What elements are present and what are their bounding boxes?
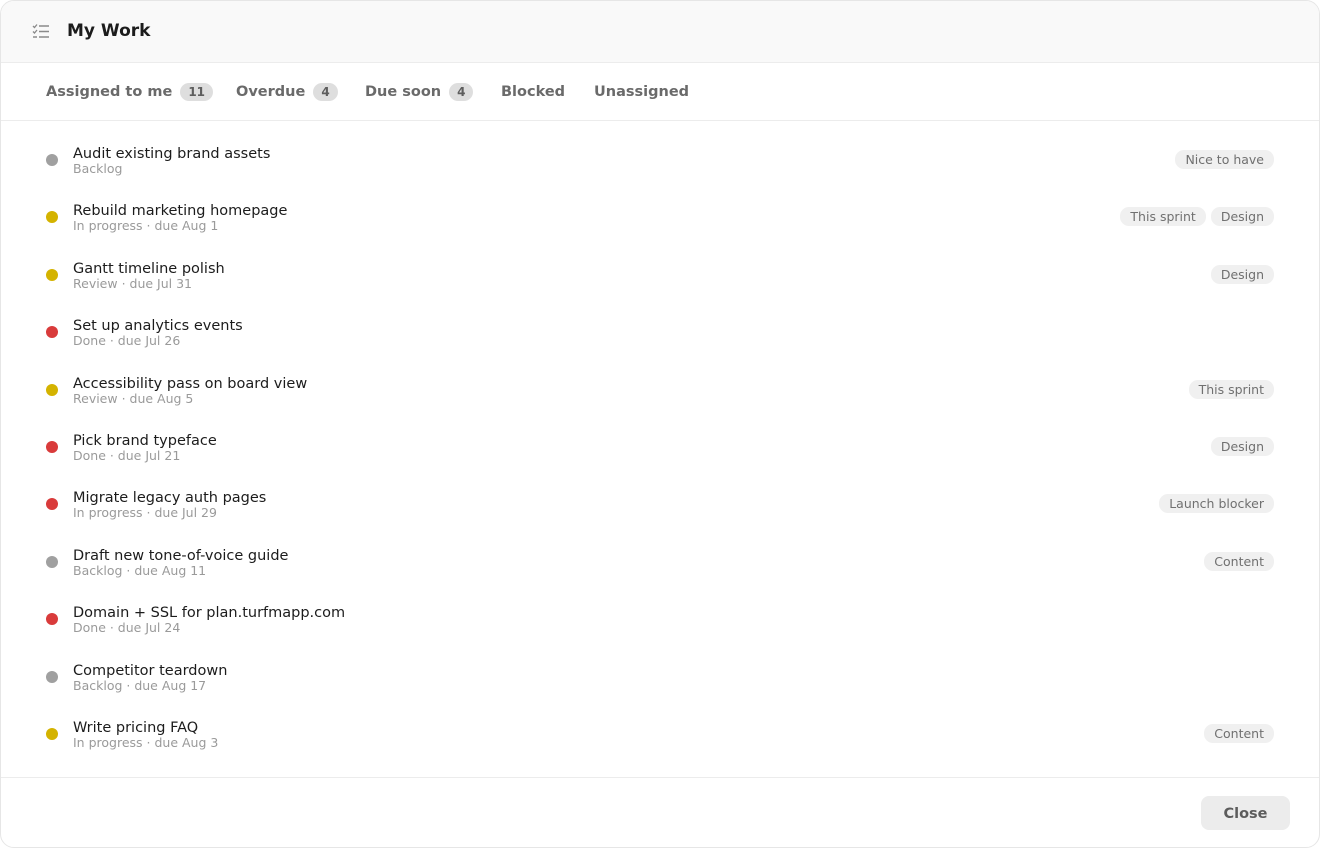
task-tags: Nice to have bbox=[1175, 150, 1274, 169]
tab-unassigned[interactable]: Unassigned bbox=[594, 63, 689, 120]
tab-label: Overdue bbox=[236, 83, 306, 100]
tab-label: Blocked bbox=[501, 83, 566, 100]
task-tag: Nice to have bbox=[1175, 150, 1274, 169]
tab-overdue[interactable]: Overdue 4 bbox=[236, 63, 338, 120]
task-meta: Backlog · due Aug 17 bbox=[73, 677, 207, 693]
task-row[interactable]: Draft new tone-of-voice guide Backlog · d… bbox=[1, 523, 1319, 580]
close-button[interactable]: Close bbox=[1201, 796, 1290, 830]
task-row[interactable]: Competitor teardown Backlog · due Aug 17 bbox=[1, 638, 1319, 695]
task-list-icon bbox=[32, 23, 50, 39]
dialog-title: My Work bbox=[67, 21, 151, 41]
task-row[interactable]: Audit existing brand assets Backlog Nice t… bbox=[1, 121, 1319, 178]
status-dot bbox=[46, 728, 58, 740]
task-meta: Review · due Jul 31 bbox=[73, 275, 193, 291]
task-row[interactable]: Domain + SSL for plan.turfmapp.com Done ·… bbox=[1, 580, 1319, 637]
task-tag: Content bbox=[1204, 724, 1274, 743]
task-meta: Review · due Aug 5 bbox=[73, 390, 194, 406]
status-dot bbox=[46, 555, 58, 568]
task-tags: Content bbox=[1204, 724, 1274, 743]
task-row[interactable]: Set up analytics events Done · due Jul 26 bbox=[1, 293, 1319, 350]
task-tag: Design bbox=[1210, 437, 1274, 456]
status-dot bbox=[46, 613, 58, 626]
task-tags: Content bbox=[1204, 551, 1274, 571]
task-meta: Done · due Jul 21 bbox=[73, 448, 181, 463]
task-meta: In progress · due Aug 1 bbox=[73, 218, 219, 234]
status-dot bbox=[46, 268, 58, 281]
status-dot bbox=[46, 326, 58, 339]
status-dot bbox=[46, 441, 58, 453]
tab-label: Due soon bbox=[365, 83, 442, 100]
task-tag: Design bbox=[1210, 207, 1274, 227]
task-meta: Backlog · due Aug 11 bbox=[73, 562, 207, 578]
task-tag: Launch blocker bbox=[1159, 494, 1274, 514]
tab-assigned-to-me[interactable]: Assigned to me 11 bbox=[46, 63, 214, 120]
tab-blocked[interactable]: Blocked bbox=[501, 63, 565, 120]
task-meta: In progress · due Aug 3 bbox=[73, 735, 219, 750]
task-row[interactable]: Rebuild marketing homepage In progress · … bbox=[1, 178, 1319, 235]
status-dot bbox=[46, 211, 58, 224]
dialog-header: My Work bbox=[1, 1, 1319, 63]
task-tags: Design bbox=[1210, 437, 1274, 456]
status-dot bbox=[46, 498, 58, 511]
task-list: Audit existing brand assets Backlog Nice t… bbox=[1, 121, 1319, 777]
task-tags: Launch blocker bbox=[1159, 494, 1274, 514]
task-row[interactable]: Migrate legacy auth pages In progress · d… bbox=[1, 465, 1319, 522]
task-row[interactable]: Gantt timeline polish Review · due Jul 31… bbox=[1, 236, 1319, 293]
task-tags: Design bbox=[1210, 264, 1274, 284]
task-tags: This sprint Design bbox=[1120, 207, 1274, 227]
task-meta: Done · due Jul 24 bbox=[73, 620, 181, 636]
task-meta: In progress · due Jul 29 bbox=[73, 505, 217, 521]
status-dot bbox=[46, 383, 58, 396]
tab-count-badge: 4 bbox=[449, 82, 474, 101]
task-tag: Design bbox=[1210, 264, 1274, 284]
task-row[interactable]: Accessibility pass on board view Review ·… bbox=[1, 351, 1319, 408]
task-row[interactable]: Pick brand typeface Done · due Jul 21 Desi… bbox=[1, 408, 1319, 465]
status-dot bbox=[46, 670, 58, 683]
task-row[interactable]: Write pricing FAQ In progress · due Aug 3… bbox=[1, 695, 1319, 752]
tab-count-badge: 4 bbox=[313, 82, 338, 101]
tab-due-soon[interactable]: Due soon 4 bbox=[365, 63, 474, 120]
tab-bar: Assigned to me 11 Overdue 4 Due soon 4 B… bbox=[1, 63, 1319, 121]
task-meta: Done · due Jul 26 bbox=[73, 333, 181, 349]
dialog-footer: Close bbox=[1, 777, 1319, 847]
status-dot bbox=[46, 154, 58, 166]
tab-count-badge: 11 bbox=[180, 82, 214, 101]
tab-label: Assigned to me bbox=[46, 83, 173, 100]
my-work-dialog: My Work Assigned to me 11 Overdue 4 Due … bbox=[0, 0, 1320, 848]
task-tag: Content bbox=[1204, 551, 1274, 571]
task-tags: This sprint bbox=[1188, 379, 1274, 399]
tab-label: Unassigned bbox=[594, 83, 690, 100]
task-tag: This sprint bbox=[1120, 207, 1206, 227]
task-tag: This sprint bbox=[1188, 379, 1274, 399]
task-meta: Backlog bbox=[73, 161, 123, 176]
